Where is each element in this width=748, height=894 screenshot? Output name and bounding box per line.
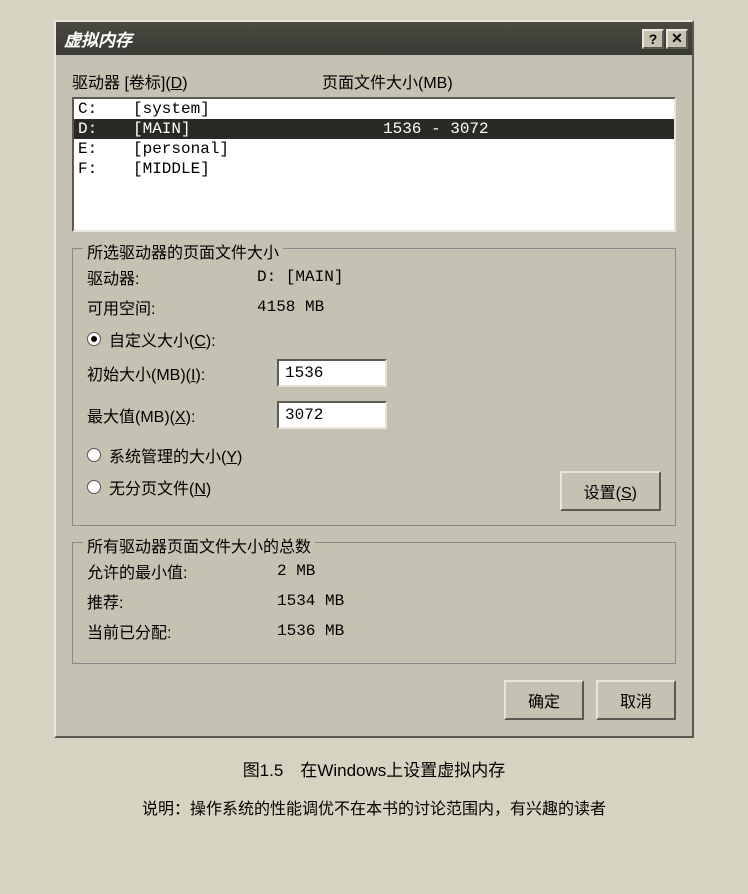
initial-size-label: 初始大小(MB)(I):: [87, 361, 277, 385]
min-label: 允许的最小值:: [87, 559, 277, 583]
drive-row[interactable]: E:[personal]: [74, 139, 674, 159]
drive-label: [MAIN]: [133, 120, 383, 138]
drive-label: 驱动器:: [87, 265, 257, 289]
drives-header-label: 驱动器 [卷标](D): [72, 69, 322, 93]
cur-label: 当前已分配:: [87, 619, 277, 643]
figure-caption: 图1.5 在Windows上设置虚拟内存: [20, 756, 728, 781]
radio-circle-icon: [87, 480, 101, 494]
list-header: 驱动器 [卷标](D) 页面文件大小(MB): [72, 69, 676, 93]
min-value: 2 MB: [277, 562, 315, 580]
ok-button[interactable]: 确定: [504, 680, 584, 720]
selected-drive-group: 所选驱动器的页面文件大小 驱动器: D: [MAIN] 可用空间: 4158 M…: [72, 248, 676, 526]
radio-none-label: 无分页文件(N): [109, 475, 211, 499]
radio-system-label: 系统管理的大小(Y): [109, 443, 242, 467]
drive-letter: C:: [78, 100, 133, 118]
rec-value: 1534 MB: [277, 592, 344, 610]
help-button[interactable]: ?: [642, 29, 664, 49]
radio-circle-icon: [87, 332, 101, 346]
dialog-title: 虚拟内存: [64, 26, 640, 51]
drive-listbox[interactable]: C:[system]D:[MAIN]1536 - 3072E:[personal…: [72, 97, 676, 232]
drive-label: [MIDDLE]: [133, 160, 383, 178]
drive-row[interactable]: F:[MIDDLE]: [74, 159, 674, 179]
drive-label: [system]: [133, 100, 383, 118]
radio-system-managed[interactable]: 系统管理的大小(Y): [87, 443, 661, 467]
set-button[interactable]: 设置(S): [560, 471, 661, 511]
drive-letter: F:: [78, 160, 133, 178]
radio-circle-icon: [87, 448, 101, 462]
drive-letter: E:: [78, 140, 133, 158]
cancel-button[interactable]: 取消: [596, 680, 676, 720]
dialog-buttons: 确定 取消: [72, 680, 676, 720]
space-label: 可用空间:: [87, 295, 257, 319]
radio-custom-label: 自定义大小(C):: [109, 327, 216, 351]
close-button[interactable]: ✕: [666, 29, 688, 49]
virtual-memory-dialog: 虚拟内存 ? ✕ 驱动器 [卷标](D) 页面文件大小(MB) C:[syste…: [54, 20, 694, 738]
figure-note: 说明：操作系统的性能调优不在本书的讨论范围内，有兴趣的读者: [20, 795, 728, 819]
max-size-input[interactable]: [277, 401, 387, 429]
total-size-group: 所有驱动器页面文件大小的总数 允许的最小值: 2 MB 推荐: 1534 MB …: [72, 542, 676, 664]
paging-header-label: 页面文件大小(MB): [322, 69, 453, 93]
radio-custom-size[interactable]: 自定义大小(C):: [87, 327, 661, 351]
drive-label: [personal]: [133, 140, 383, 158]
max-size-label: 最大值(MB)(X):: [87, 403, 277, 427]
drive-row[interactable]: D:[MAIN]1536 - 3072: [74, 119, 674, 139]
rec-label: 推荐:: [87, 589, 277, 613]
drive-size: 1536 - 3072: [383, 120, 489, 138]
dialog-content: 驱动器 [卷标](D) 页面文件大小(MB) C:[system]D:[MAIN…: [56, 55, 692, 736]
total-legend: 所有驱动器页面文件大小的总数: [83, 533, 315, 557]
space-value: 4158 MB: [257, 298, 324, 316]
cur-value: 1536 MB: [277, 622, 344, 640]
selected-legend: 所选驱动器的页面文件大小: [83, 239, 283, 263]
initial-size-input[interactable]: [277, 359, 387, 387]
drive-letter: D:: [78, 120, 133, 138]
drive-row[interactable]: C:[system]: [74, 99, 674, 119]
drive-value: D: [MAIN]: [257, 268, 343, 286]
titlebar: 虚拟内存 ? ✕: [56, 22, 692, 55]
